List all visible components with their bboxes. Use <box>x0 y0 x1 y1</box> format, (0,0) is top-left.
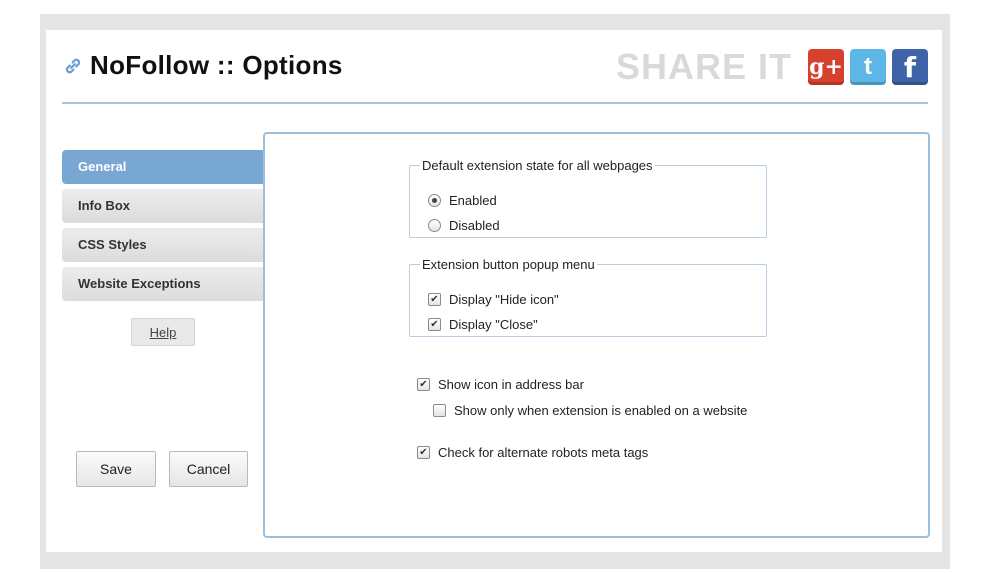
google-plus-glyph: g+ <box>809 54 843 80</box>
cancel-button[interactable]: Cancel <box>169 451 248 487</box>
disabled-radio[interactable] <box>428 219 441 232</box>
sidebar-item-general[interactable]: General <box>62 150 264 184</box>
share-bar: SHARE IT g+ t f <box>616 46 928 88</box>
page-title: NoFollow :: Options <box>62 50 343 81</box>
alt-robots-option[interactable]: ✔ Check for alternate robots meta tags <box>417 445 648 460</box>
hide-icon-label: Display "Hide icon" <box>449 292 559 307</box>
hide-icon-checkbox[interactable]: ✔ <box>428 293 441 306</box>
disabled-option[interactable]: Disabled <box>428 218 500 233</box>
help-button[interactable]: Help <box>131 318 195 346</box>
hide-icon-option[interactable]: ✔ Display "Hide icon" <box>428 292 559 307</box>
alt-robots-checkbox[interactable]: ✔ <box>417 446 430 459</box>
twitter-glyph: t <box>864 53 872 80</box>
alt-robots-label: Check for alternate robots meta tags <box>438 445 649 460</box>
options-panel: Default extension state for all webpages… <box>263 132 930 538</box>
share-label: SHARE IT <box>615 46 792 87</box>
facebook-icon[interactable]: f <box>892 49 928 85</box>
save-button[interactable]: Save <box>76 451 156 487</box>
sidebar-item-website-exceptions[interactable]: Website Exceptions <box>62 267 264 301</box>
sidebar-item-label: Info Box <box>78 198 130 213</box>
google-plus-icon[interactable]: g+ <box>808 49 844 85</box>
facebook-glyph: f <box>903 50 917 84</box>
link-icon <box>65 58 81 73</box>
close-checkbox[interactable]: ✔ <box>428 318 441 331</box>
show-only-enabled-label: Show only when extension is enabled on a… <box>454 403 748 418</box>
disabled-label: Disabled <box>449 218 500 233</box>
enabled-option[interactable]: Enabled <box>428 193 497 208</box>
show-only-enabled-checkbox[interactable] <box>433 404 446 417</box>
page-title-text: NoFollow :: Options <box>90 50 343 80</box>
sidebar-item-label: General <box>78 159 127 174</box>
sidebar-item-label: Website Exceptions <box>78 276 201 291</box>
enabled-label: Enabled <box>449 193 497 208</box>
show-icon-checkbox[interactable]: ✔ <box>417 378 430 391</box>
sidebar-nav: General Info Box CSS Styles Website Exce… <box>62 150 264 306</box>
show-only-enabled-option[interactable]: Show only when extension is enabled on a… <box>433 403 747 418</box>
close-option[interactable]: ✔ Display "Close" <box>428 317 538 332</box>
popup-menu-legend: Extension button popup menu <box>422 257 595 272</box>
default-state-legend: Default extension state for all webpages <box>422 158 653 173</box>
show-icon-label: Show icon in address bar <box>438 377 584 392</box>
twitter-icon[interactable]: t <box>850 49 886 85</box>
default-state-group: Default extension state for all webpages… <box>409 158 767 238</box>
sidebar-item-label: CSS Styles <box>78 237 147 252</box>
sidebar-item-info-box[interactable]: Info Box <box>62 189 264 223</box>
popup-menu-group: Extension button popup menu ✔ Display "H… <box>409 257 767 337</box>
close-label: Display "Close" <box>449 317 538 332</box>
enabled-radio[interactable] <box>428 194 441 207</box>
page-header: NoFollow :: Options SHARE IT g+ t f <box>62 44 928 104</box>
sidebar-item-css-styles[interactable]: CSS Styles <box>62 228 264 262</box>
show-icon-option[interactable]: ✔ Show icon in address bar <box>417 377 584 392</box>
